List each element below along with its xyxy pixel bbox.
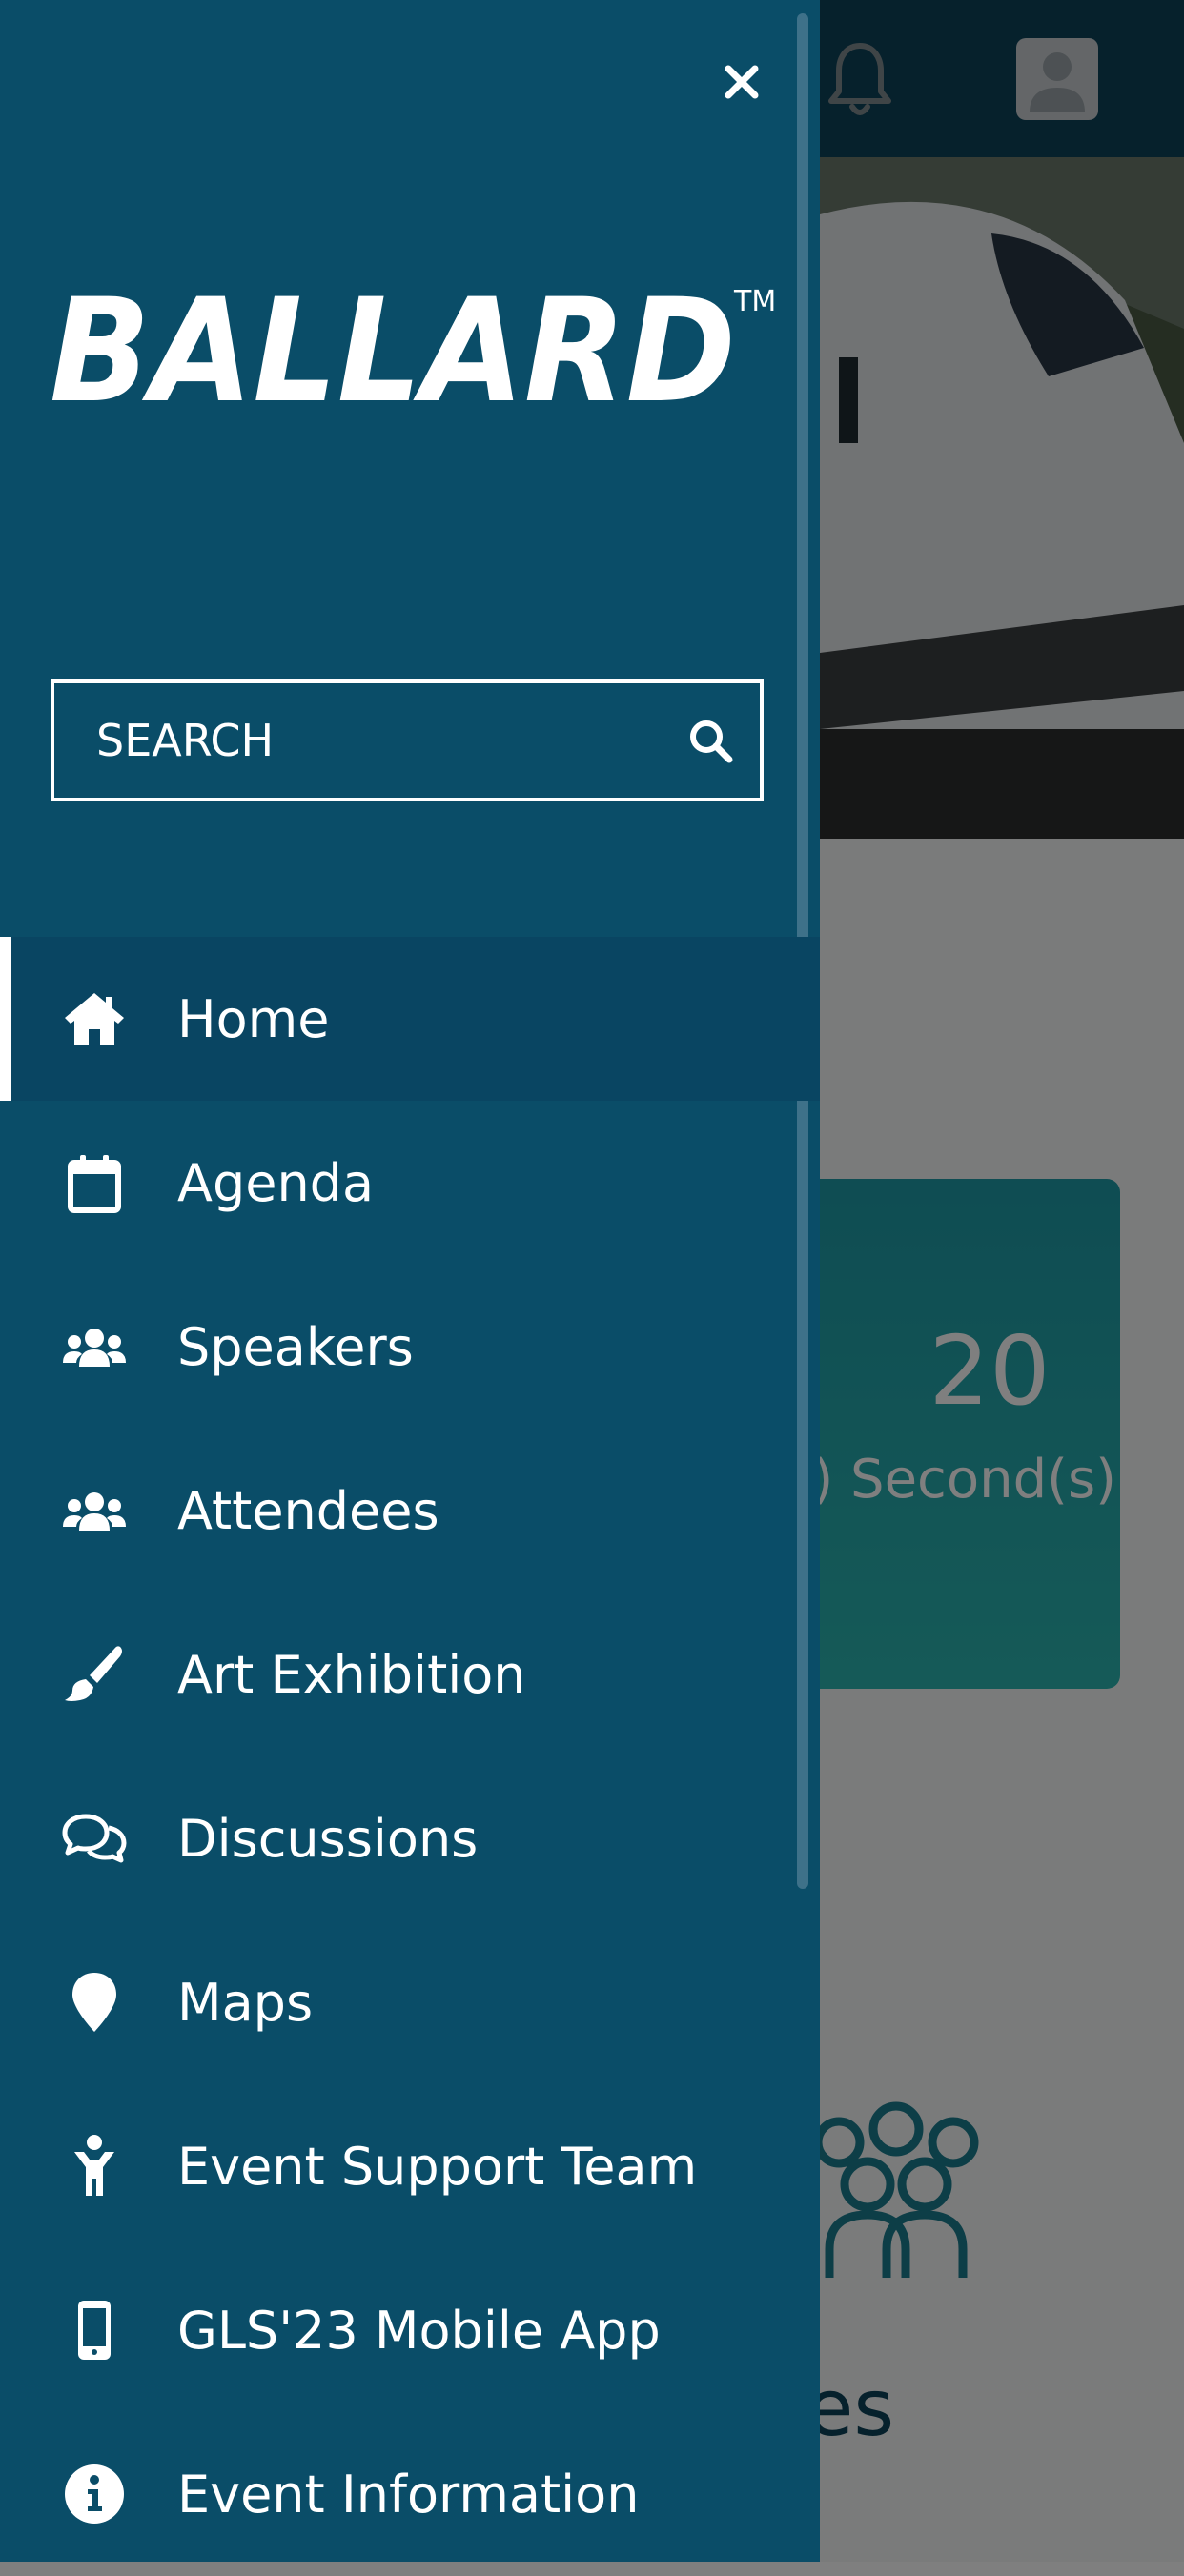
- menu-label: Event Support Team: [177, 2136, 698, 2197]
- users-icon: [59, 1311, 130, 1382]
- menu-label: Home: [177, 988, 330, 1049]
- menu-label: Maps: [177, 1972, 314, 2033]
- comments-icon: [59, 1803, 130, 1874]
- menu-item-event-information[interactable]: Event Information: [0, 2412, 820, 2576]
- menu-item-art-exhibition[interactable]: Art Exhibition: [0, 1592, 820, 1756]
- drawer-menu: Home Agenda Speakers Attendees Art Exhib…: [0, 937, 820, 2576]
- search-input[interactable]: [54, 683, 674, 798]
- home-icon: [59, 984, 130, 1054]
- mobile-phone-icon: [59, 2295, 130, 2365]
- calendar-icon: [59, 1147, 130, 1218]
- close-icon[interactable]: [713, 53, 770, 111]
- menu-item-event-support-team[interactable]: Event Support Team: [0, 2084, 820, 2248]
- search-box: [51, 679, 764, 801]
- paint-brush-icon: [59, 1639, 130, 1710]
- menu-label: GLS'23 Mobile App: [177, 2300, 661, 2361]
- menu-item-discussions[interactable]: Discussions: [0, 1756, 820, 1920]
- menu-label: Event Information: [177, 2464, 640, 2525]
- menu-label: Attendees: [177, 1480, 439, 1541]
- search-icon[interactable]: [687, 718, 733, 763]
- logo-trademark: TM: [733, 285, 774, 318]
- person-icon: [59, 2131, 130, 2201]
- users-icon: [59, 1475, 130, 1546]
- menu-item-home[interactable]: Home: [0, 937, 820, 1101]
- side-drawer: BALLARD TM Home: [0, 0, 820, 2562]
- menu-item-mobile-app[interactable]: GLS'23 Mobile App: [0, 2248, 820, 2412]
- menu-label: Speakers: [177, 1316, 414, 1377]
- menu-label: Art Exhibition: [177, 1644, 526, 1705]
- info-circle-icon: [59, 2459, 130, 2529]
- menu-item-agenda[interactable]: Agenda: [0, 1101, 820, 1265]
- logo-text: BALLARD: [50, 276, 736, 419]
- menu-label: Agenda: [177, 1152, 375, 1213]
- menu-item-attendees[interactable]: Attendees: [0, 1429, 820, 1592]
- map-marker-icon: [59, 1967, 130, 2038]
- menu-label: Discussions: [177, 1808, 479, 1869]
- menu-item-maps[interactable]: Maps: [0, 1920, 820, 2084]
- menu-item-speakers[interactable]: Speakers: [0, 1265, 820, 1429]
- ballard-logo: BALLARD TM: [50, 269, 776, 435]
